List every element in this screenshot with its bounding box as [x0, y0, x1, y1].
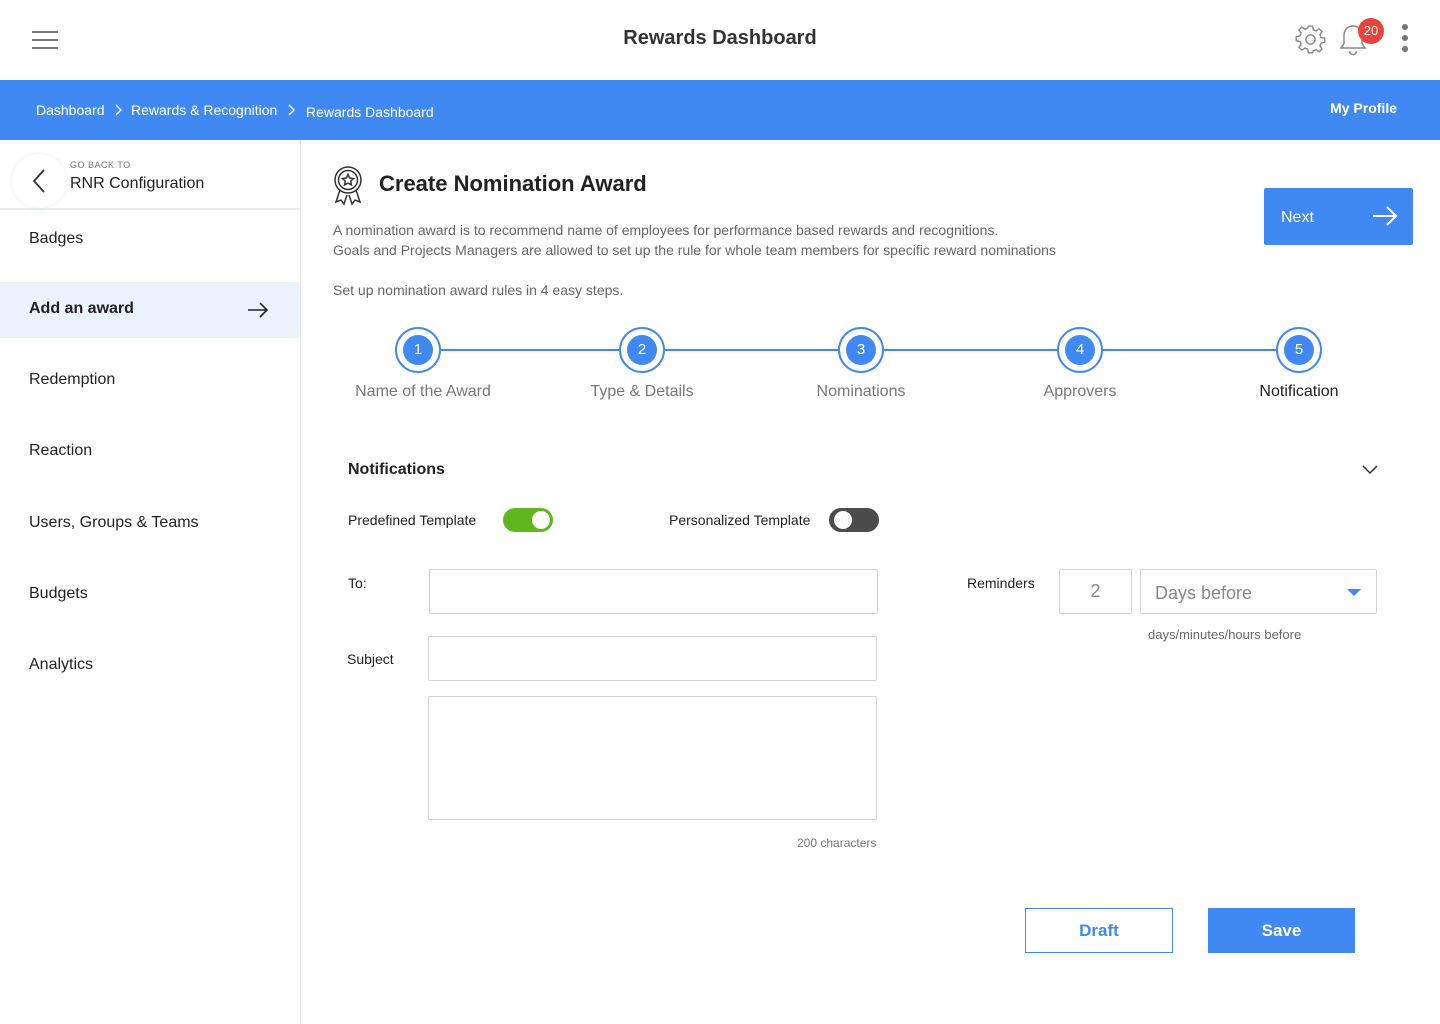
go-back-label[interactable]: RNR Configuration: [70, 175, 204, 193]
sidebar-item-reaction[interactable]: Reaction: [0, 424, 300, 480]
reminders-label: Reminders: [967, 575, 1035, 591]
chevron-down-icon[interactable]: [1361, 463, 1379, 475]
breadcrumb-dashboard[interactable]: Dashboard: [36, 102, 105, 118]
notification-count-badge: 20: [1358, 18, 1384, 44]
sidebar-item-label: Users, Groups & Teams: [29, 514, 199, 531]
sidebar-item-label: Budgets: [29, 585, 88, 602]
step-number: 5: [1284, 335, 1314, 365]
sidebar-item-add-an-award[interactable]: Add an award: [0, 282, 300, 338]
back-button[interactable]: [12, 154, 66, 208]
step-3-circle[interactable]: 3: [838, 327, 884, 373]
step-number: 1: [403, 335, 433, 365]
notifications-section-title: Notifications: [348, 461, 445, 478]
menu-icon[interactable]: [32, 31, 58, 49]
step-2-circle[interactable]: 2: [619, 327, 665, 373]
personalized-template-label: Personalized Template: [669, 512, 811, 528]
dropdown-caret-icon: [1347, 589, 1361, 596]
reminder-hint: days/minutes/hours before: [1148, 627, 1302, 642]
to-label: To:: [348, 575, 367, 591]
step-number: 3: [846, 335, 876, 365]
top-app-bar: Rewards Dashboard 20: [0, 0, 1440, 80]
breadcrumb: Dashboard Rewards & Recognition Rewards …: [0, 80, 1440, 140]
go-back-section: GO BACK TO RNR Configuration: [0, 140, 300, 210]
step-2-label: Type & Details: [590, 383, 694, 400]
step-connector: [884, 349, 1057, 351]
app-title: Rewards Dashboard: [623, 27, 817, 49]
arrow-right-icon: [248, 302, 269, 318]
message-body-textarea[interactable]: [428, 696, 877, 820]
sidebar-item-label: Reaction: [29, 442, 93, 459]
subject-input[interactable]: [428, 636, 877, 681]
step-3-label: Nominations: [816, 383, 906, 400]
sidebar-item-analytics[interactable]: Analytics: [0, 638, 300, 694]
step-connector: [1103, 349, 1276, 351]
to-input[interactable]: [429, 569, 878, 614]
breadcrumb-rewards-recognition[interactable]: Rewards & Recognition: [131, 102, 277, 118]
sidebar-item-label: Badges: [29, 230, 84, 247]
steps-intro: Set up nomination award rules in 4 easy …: [333, 282, 624, 298]
step-1-circle[interactable]: 1: [395, 327, 441, 373]
step-1-label: Name of the Award: [355, 383, 491, 400]
sidebar-item-badges[interactable]: Badges: [0, 210, 300, 266]
kebab-menu-icon[interactable]: [1399, 24, 1411, 54]
step-5-label: Notification: [1259, 383, 1339, 400]
chevron-right-icon: [115, 104, 122, 116]
step-4-circle[interactable]: 4: [1057, 327, 1103, 373]
character-count: 200 characters: [797, 836, 877, 850]
subject-label: Subject: [347, 651, 394, 667]
predefined-template-toggle[interactable]: [503, 508, 553, 532]
step-4-label: Approvers: [1043, 383, 1117, 400]
chevron-left-icon: [32, 169, 45, 193]
sidebar-item-budgets[interactable]: Budgets: [0, 567, 300, 623]
draft-button[interactable]: Draft: [1025, 908, 1173, 953]
step-number: 2: [627, 335, 657, 365]
description-line-1: A nomination award is to recommend name …: [333, 222, 999, 238]
reminder-number-input[interactable]: [1059, 569, 1132, 614]
sidebar-item-redemption[interactable]: Redemption: [0, 353, 300, 409]
go-back-caption: GO BACK TO: [70, 160, 131, 170]
sidebar-item-label: Redemption: [29, 371, 116, 388]
sidebar-item-label: Analytics: [29, 656, 94, 673]
personalized-template-toggle[interactable]: [829, 508, 879, 532]
sidebar-item-users-groups-teams[interactable]: Users, Groups & Teams: [0, 496, 300, 552]
breadcrumb-rewards-dashboard[interactable]: Rewards Dashboard: [306, 104, 434, 120]
step-connector: [665, 349, 838, 351]
page-title: Create Nomination Award: [379, 171, 647, 196]
award-ribbon-icon: [334, 166, 362, 206]
sidebar-item-label: Add an award: [29, 300, 134, 317]
step-connector: [441, 349, 619, 351]
step-5-circle[interactable]: 5: [1276, 327, 1322, 373]
step-number: 4: [1065, 335, 1095, 365]
sidebar: GO BACK TO RNR Configuration Badges Add …: [0, 140, 301, 1024]
gear-icon[interactable]: [1294, 23, 1327, 56]
next-button[interactable]: Next: [1264, 188, 1413, 245]
reminder-unit-value: Days before: [1155, 583, 1253, 603]
my-profile-link[interactable]: My Profile: [1330, 100, 1397, 116]
reminder-unit-select[interactable]: Days before: [1140, 569, 1377, 614]
next-button-label: Next: [1281, 209, 1314, 226]
arrow-right-icon: [1373, 206, 1398, 226]
chevron-right-icon: [288, 104, 295, 116]
save-button[interactable]: Save: [1208, 908, 1355, 953]
description-line-2: Goals and Projects Managers are allowed …: [333, 242, 1056, 258]
predefined-template-label: Predefined Template: [348, 512, 477, 528]
